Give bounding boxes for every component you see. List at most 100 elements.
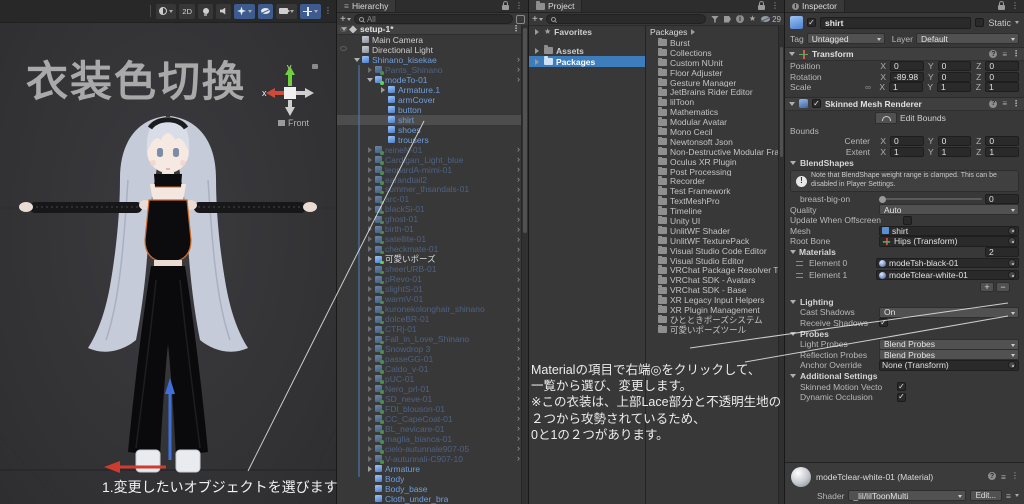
prefab-open-arrow-icon[interactable]: ›: [517, 264, 520, 274]
package-item[interactable]: Floor Adjuster: [646, 67, 784, 78]
foldout-arrow[interactable]: [365, 176, 374, 183]
foldout-arrow[interactable]: [365, 415, 374, 422]
hierarchy-item[interactable]: ghost-01 ›: [337, 214, 528, 225]
blendshape-value-field[interactable]: 0: [985, 194, 1019, 205]
scale-link-icon[interactable]: ∞: [865, 82, 875, 92]
panel-menu-icon[interactable]: ⋮: [515, 2, 523, 10]
package-item[interactable]: XR Plugin Management: [646, 305, 784, 315]
prefab-open-arrow-icon[interactable]: ›: [517, 314, 520, 324]
package-item[interactable]: Oculus XR Plugin: [646, 156, 784, 167]
lock-icon[interactable]: [758, 1, 765, 10]
foldout-arrow[interactable]: [365, 345, 374, 352]
foldout-arrow[interactable]: [365, 276, 374, 283]
hierarchy-item[interactable]: Snowdrop 3 ›: [337, 344, 528, 354]
foldout-arrow[interactable]: [365, 316, 374, 323]
hierarchy-item[interactable]: Shinano_kisekae ›: [337, 55, 528, 65]
package-item[interactable]: Visual Studio Code Editor: [646, 245, 784, 256]
prefab-open-arrow-icon[interactable]: ›: [517, 274, 520, 284]
scene-camera-button[interactable]: [276, 3, 297, 19]
prefab-open-arrow-icon[interactable]: ›: [517, 224, 520, 234]
prefab-open-arrow-icon[interactable]: ›: [517, 214, 520, 224]
visibility-eye-icon[interactable]: [340, 46, 347, 51]
prefab-open-arrow-icon[interactable]: ›: [517, 175, 520, 184]
hierarchy-item[interactable]: blackSi-01 ›: [337, 204, 528, 215]
help-icon[interactable]: ?: [988, 472, 997, 480]
foldout-arrow[interactable]: [365, 465, 374, 472]
shader-dropdown[interactable]: _lil/lilToonMulti: [848, 490, 966, 501]
project-tree-item[interactable]: Assets: [529, 45, 645, 56]
hierarchy-item[interactable]: leopardA-mimi-01 ›: [337, 165, 528, 175]
material-object-field[interactable]: modeTsh-black-01: [876, 257, 1019, 269]
drag-handle-icon[interactable]: [796, 260, 803, 266]
update-offscreen-checkbox[interactable]: [903, 215, 912, 225]
package-item[interactable]: Newtonsoft Json: [646, 136, 784, 147]
component-enabled-checkbox[interactable]: [812, 99, 821, 108]
center-x-field[interactable]: 0: [890, 136, 924, 147]
hierarchy-item[interactable]: passeGG-01 ›: [337, 354, 528, 364]
hierarchy-item[interactable]: button: [337, 105, 528, 115]
hierarchy-item[interactable]: pRevo-01 ›: [337, 274, 528, 285]
rotation-x-field[interactable]: -89.98: [890, 71, 924, 82]
hierarchy-item[interactable]: cielo-autunnale907-05 ›: [337, 444, 528, 454]
prefab-open-arrow-icon[interactable]: ›: [517, 414, 520, 423]
object-picker-icon[interactable]: [1008, 271, 1016, 279]
blendshapes-foldout[interactable]: BlendShapes: [785, 157, 1024, 168]
scale-x-field[interactable]: 1: [889, 82, 923, 93]
package-item[interactable]: 可愛いポーズツール: [646, 324, 784, 335]
breadcrumb[interactable]: Packages: [646, 26, 784, 38]
presets-icon[interactable]: ≡: [1001, 472, 1006, 482]
hierarchy-item[interactable]: earandtail2 ›: [337, 175, 528, 185]
probes-foldout[interactable]: Probes: [785, 328, 1024, 339]
panel-menu-icon[interactable]: ⋮: [771, 2, 779, 10]
foldout-arrow[interactable]: [365, 236, 374, 243]
tab-project[interactable]: Project: [529, 0, 583, 12]
rotation-z-field[interactable]: 0: [985, 71, 1020, 82]
scrollbar-thumb[interactable]: [780, 47, 783, 157]
drag-handle-icon[interactable]: [796, 272, 803, 278]
help-icon[interactable]: ?: [989, 99, 998, 108]
scene-effects-button[interactable]: [234, 3, 255, 19]
prefab-open-arrow-icon[interactable]: ›: [517, 65, 520, 74]
object-picker-icon[interactable]: [1008, 226, 1016, 235]
package-item[interactable]: Collections: [646, 47, 784, 58]
foldout-arrow[interactable]: [378, 86, 387, 93]
foldout-arrow[interactable]: [365, 445, 374, 452]
package-item[interactable]: Mathematics: [646, 107, 784, 117]
prefab-open-arrow-icon[interactable]: ›: [517, 304, 520, 314]
hierarchy-item[interactable]: pUC-01 ›: [337, 374, 528, 384]
extent-z-field[interactable]: 1: [985, 146, 1020, 157]
hierarchy-item[interactable]: Main Camera: [337, 35, 528, 45]
package-item[interactable]: XR Legacy Input Helpers: [646, 295, 784, 305]
extent-x-field[interactable]: 1: [890, 146, 924, 157]
foldout-arrow[interactable]: [365, 296, 374, 303]
hierarchy-item[interactable]: arc-01 ›: [337, 194, 528, 205]
prefab-open-arrow-icon[interactable]: ›: [517, 254, 520, 264]
prefab-open-arrow-icon[interactable]: ›: [517, 374, 520, 383]
scale-z-field[interactable]: 1: [985, 82, 1019, 93]
shader-dropdown-icon[interactable]: [1015, 494, 1019, 497]
package-item[interactable]: VRChat SDK - Base: [646, 285, 784, 295]
foldout-arrow[interactable]: [365, 326, 374, 333]
foldout-arrow[interactable]: [365, 425, 374, 432]
hierarchy-item[interactable]: Fall_in_Love_Shinano ›: [337, 334, 528, 345]
materials-header-row[interactable]: Materials 2: [785, 246, 1024, 258]
foldout-arrow[interactable]: [365, 306, 374, 313]
prefab-open-arrow-icon[interactable]: ›: [517, 184, 520, 194]
hierarchy-item[interactable]: warmV-01 ›: [337, 294, 528, 305]
hierarchy-item[interactable]: Body_base: [337, 484, 528, 494]
tag-dropdown[interactable]: Untagged: [806, 33, 885, 44]
package-item[interactable]: Non-Destructive Modular Framework: [646, 146, 784, 157]
extent-y-field[interactable]: 1: [937, 146, 972, 157]
hierarchy-item[interactable]: kuronekolonghair_shinano ›: [337, 304, 528, 315]
foldout-arrow[interactable]: [365, 365, 374, 372]
package-item[interactable]: VRChat SDK - Avatars: [646, 275, 784, 285]
package-item[interactable]: VRChat Package Resolver Tool: [646, 265, 784, 275]
info-icon[interactable]: i: [735, 15, 744, 23]
foldout-arrow[interactable]: [365, 395, 374, 402]
scene-audio-button[interactable]: [216, 3, 231, 19]
foldout-arrow[interactable]: [532, 28, 541, 35]
foldout-arrow[interactable]: [365, 156, 374, 163]
static-checkbox[interactable]: [975, 18, 985, 27]
prefab-open-arrow-icon[interactable]: ›: [517, 364, 520, 373]
hierarchy-item[interactable]: V-autunnali-C907-10 ›: [337, 454, 528, 464]
